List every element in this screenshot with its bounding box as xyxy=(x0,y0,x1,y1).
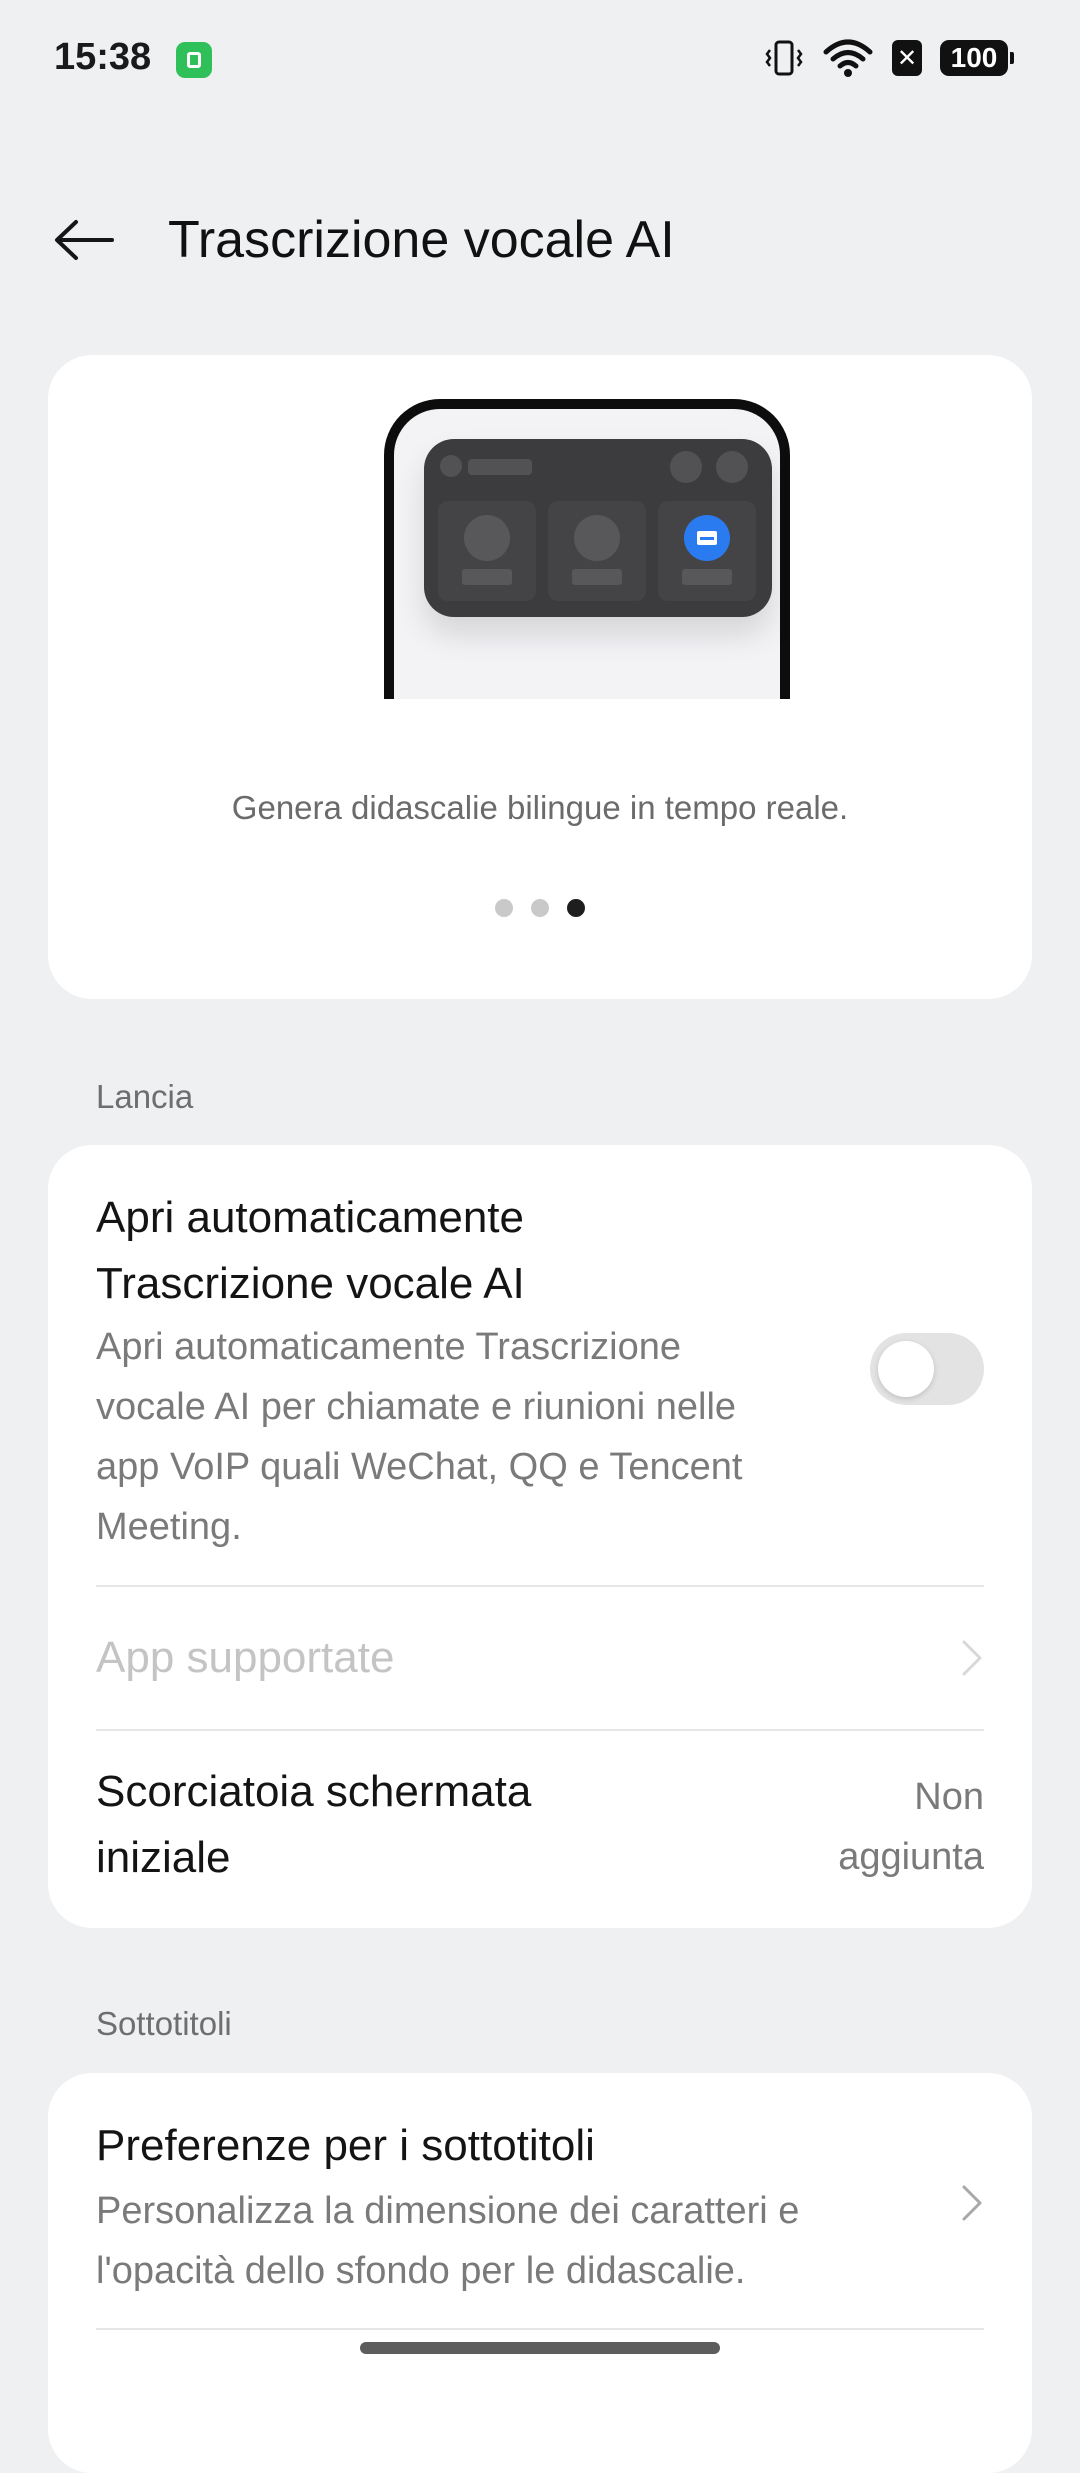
home-shortcut-title: Scorciatoia schermata iniziale xyxy=(96,1767,532,1882)
avatar xyxy=(464,515,510,561)
app-header: Trascrizione vocale AI xyxy=(0,190,1080,290)
subtitle-preferences-title: Preferenze per i sottotitoli xyxy=(96,2121,595,2170)
supported-apps-title: App supportate xyxy=(96,1633,395,1682)
phone-frame xyxy=(384,399,790,699)
participant-name-bar xyxy=(572,569,622,585)
participant-tile xyxy=(548,501,646,601)
auto-open-description: Apri automaticamente Trascrizione vocale… xyxy=(96,1326,743,1548)
subtitle-preferences-row[interactable]: Preferenze per i sottotitoli Personalizz… xyxy=(96,2113,984,2301)
avatar xyxy=(574,515,620,561)
status-time: 15:38 xyxy=(54,36,152,78)
participant-tile xyxy=(658,501,756,601)
back-button[interactable] xyxy=(46,202,122,278)
phone-call-overlay-illustration xyxy=(384,399,790,699)
section-label-launch: Lancia xyxy=(96,1078,194,1115)
page-dot-active[interactable] xyxy=(567,899,585,917)
vibrate-icon xyxy=(765,40,803,76)
carousel-page-indicator[interactable] xyxy=(48,899,1032,917)
chevron-right-icon xyxy=(962,1640,982,1676)
overlay-control xyxy=(670,451,702,483)
app-notification-icon xyxy=(176,42,212,78)
auto-open-row[interactable]: Apri automaticamente Trascrizione vocale… xyxy=(96,1185,984,1557)
subtitles-settings-card: Preferenze per i sottotitoli Personalizz… xyxy=(48,2073,1032,2473)
sim-off-icon: ✕ xyxy=(892,40,922,76)
wifi-icon xyxy=(823,39,873,77)
page-dot[interactable] xyxy=(495,899,513,917)
hero-caption: Genera didascalie bilingue in tempo real… xyxy=(231,789,849,826)
auto-open-toggle[interactable] xyxy=(870,1333,984,1405)
battery-indicator: 100 xyxy=(940,40,1014,76)
launch-settings-card: Apri automaticamente Trascrizione vocale… xyxy=(48,1145,1032,1928)
page-dot[interactable] xyxy=(531,899,549,917)
status-icons: ✕ 100 xyxy=(764,38,1014,78)
home-shortcut-status: Non aggiunta xyxy=(838,1776,984,1878)
participant-name-bar xyxy=(682,569,732,585)
supported-apps-row[interactable]: App supportate xyxy=(96,1587,984,1729)
toggle-knob xyxy=(878,1341,934,1397)
home-indicator[interactable] xyxy=(360,2342,720,2354)
auto-open-title: Apri automaticamente Trascrizione vocale… xyxy=(96,1193,525,1308)
overlay-title-bar xyxy=(468,459,532,475)
back-arrow-icon xyxy=(55,220,114,260)
feature-carousel-card[interactable]: Genera didascalie bilingue in tempo real… xyxy=(48,355,1032,999)
caption-icon xyxy=(684,515,730,561)
status-bar: 15:38 ✕ 100 xyxy=(0,0,1080,120)
divider xyxy=(96,2328,984,2330)
overlay-dot xyxy=(440,455,462,477)
overlay-control xyxy=(716,451,748,483)
section-label-subtitles: Sottotitoli xyxy=(96,2005,232,2042)
call-overlay-panel xyxy=(424,439,772,617)
chevron-right-icon xyxy=(962,2185,982,2221)
participant-tile xyxy=(438,501,536,601)
participant-name-bar xyxy=(462,569,512,585)
page-title: Trascrizione vocale AI xyxy=(168,211,675,269)
subtitle-preferences-description: Personalizza la dimensione dei caratteri… xyxy=(96,2190,800,2292)
divider xyxy=(96,1729,984,1731)
